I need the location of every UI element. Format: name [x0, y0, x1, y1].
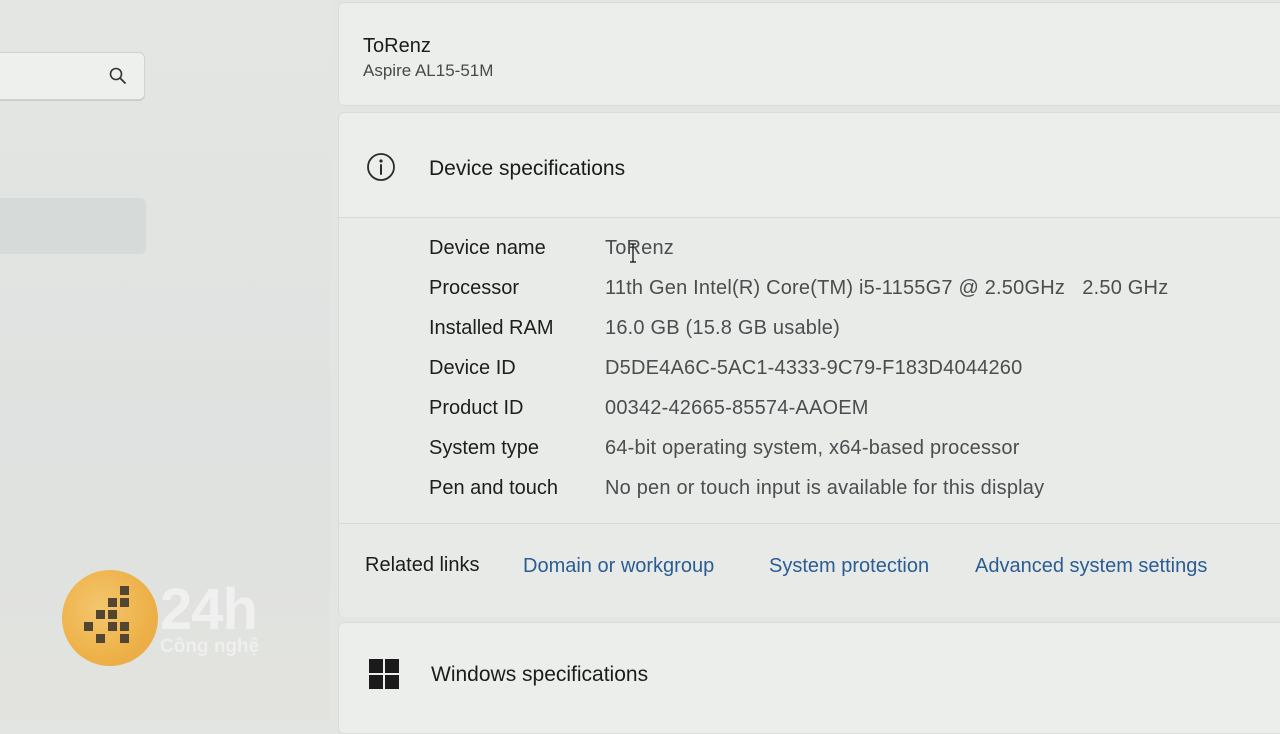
spec-label: Processor — [429, 277, 520, 299]
spec-row: Product ID 00342-42665-85574-AAOEM — [429, 397, 1249, 433]
spec-row: Processor 11th Gen Intel(R) Core(TM) i5-… — [429, 277, 1249, 313]
watermark-subtitle: Công nghệ — [160, 636, 260, 657]
spec-value[interactable]: 00342-42665-85574-AAOEM — [605, 397, 869, 420]
search-icon[interactable] — [108, 66, 128, 86]
spec-row: Installed RAM 16.0 GB (15.8 GB usable) — [429, 317, 1249, 353]
device-header-card: ToRenz Aspire AL15-51M — [338, 2, 1280, 106]
spec-value[interactable]: No pen or touch input is available for t… — [605, 477, 1044, 500]
device-specifications-card: Device specifications Device name ToRenz… — [338, 112, 1280, 617]
spec-row: Device ID D5DE4A6C-5AC1-4333-9C79-F183D4… — [429, 357, 1249, 393]
nav-item-selected[interactable] — [0, 198, 146, 254]
spec-value[interactable]: D5DE4A6C-5AC1-4333-9C79-F183D4044260 — [605, 357, 1022, 380]
link-advanced-system-settings[interactable]: Advanced system settings — [975, 555, 1207, 578]
device-specifications-header[interactable]: Device specifications — [339, 113, 1280, 218]
watermark-badge — [62, 570, 158, 666]
device-model: Aspire AL15-51M — [363, 61, 494, 80]
device-title: ToRenz — [363, 35, 431, 57]
windows-specifications-card[interactable]: Windows specifications — [338, 622, 1280, 734]
link-domain-or-workgroup[interactable]: Domain or workgroup — [523, 555, 714, 578]
watermark-brand: 24h — [160, 577, 258, 642]
windows-logo-icon — [369, 659, 399, 689]
spec-label: Product ID — [429, 397, 524, 419]
related-links: Related links Domain or workgroup System… — [339, 523, 1280, 617]
spec-row: Pen and touch No pen or touch input is a… — [429, 477, 1249, 513]
spec-value[interactable]: 64-bit operating system, x64-based proce… — [605, 437, 1020, 460]
spec-label: System type — [429, 437, 540, 459]
spec-label: Installed RAM — [429, 317, 554, 339]
link-system-protection[interactable]: System protection — [769, 555, 929, 578]
windows-specifications-title: Windows specifications — [431, 663, 649, 686]
spec-label: Device ID — [429, 357, 516, 379]
info-icon — [367, 153, 395, 181]
search-input[interactable] — [0, 52, 145, 100]
spec-value[interactable]: 16.0 GB (15.8 GB usable) — [605, 317, 840, 340]
spec-row: System type 64-bit operating system, x64… — [429, 437, 1249, 473]
text-cursor-icon — [630, 243, 636, 263]
related-links-title: Related links — [365, 554, 480, 576]
spec-label: Pen and touch — [429, 477, 558, 499]
watermark-logo: 24h Công nghệ — [62, 570, 302, 670]
spec-value[interactable]: 11th Gen Intel(R) Core(TM) i5-1155G7 @ 2… — [605, 277, 1168, 300]
device-specifications-title: Device specifications — [429, 157, 626, 180]
spec-value[interactable]: ToRenz — [605, 237, 674, 260]
spec-row: Device name ToRenz — [429, 237, 1249, 273]
watermark-runner-icon — [84, 586, 129, 643]
spec-label: Device name — [429, 237, 546, 259]
